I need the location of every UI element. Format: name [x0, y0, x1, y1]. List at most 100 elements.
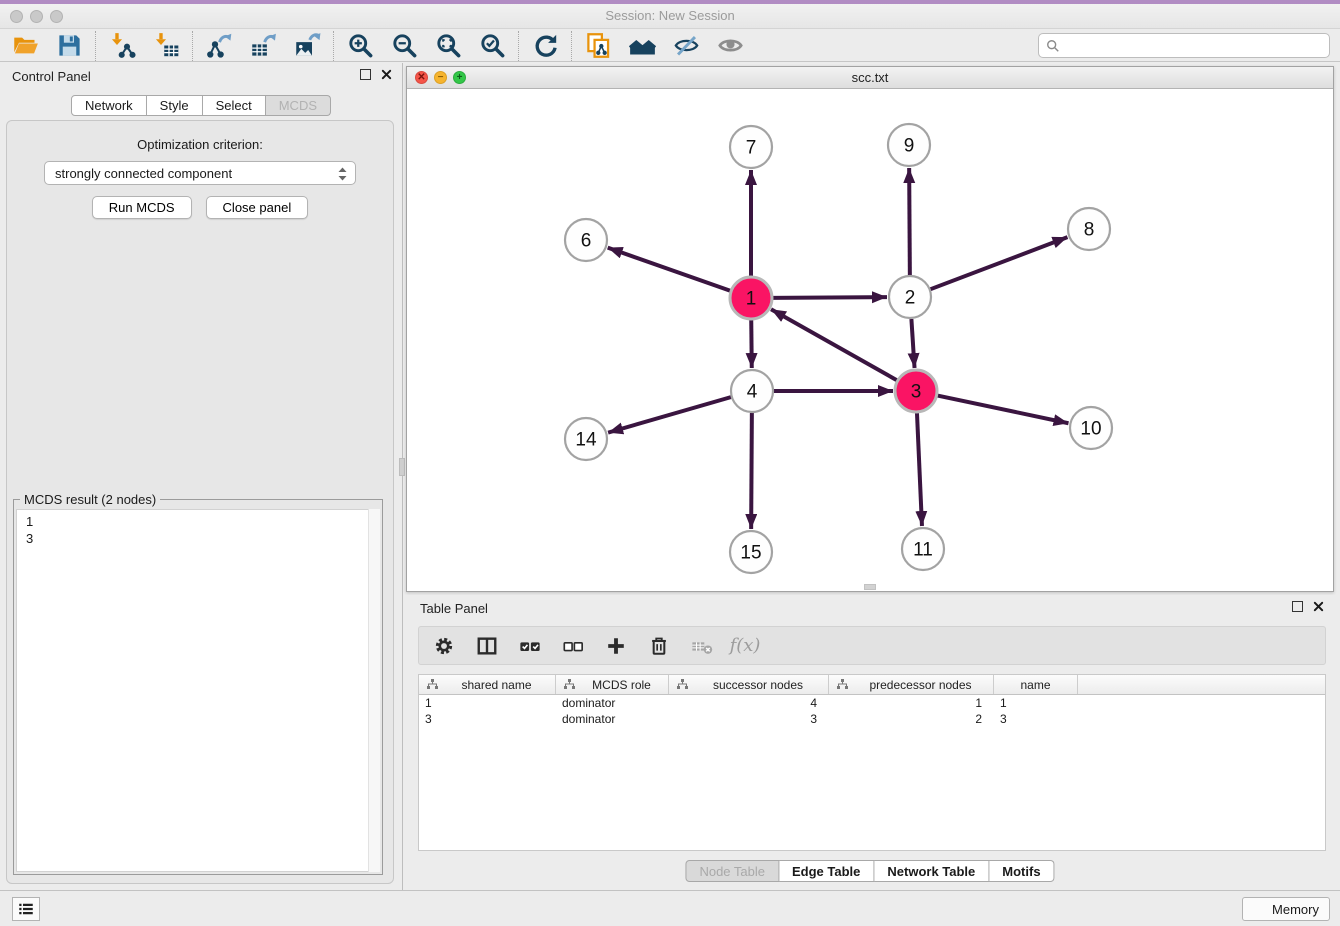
tab-network[interactable]: Network [71, 95, 147, 116]
export-image-button[interactable] [292, 31, 322, 61]
optimization-criterion-dropdown[interactable]: strongly connected component [44, 161, 356, 185]
column-header-shared-name[interactable]: shared name [419, 675, 556, 694]
split-view-icon [476, 635, 498, 657]
checked-boxes-icon [519, 635, 541, 657]
network-canvas[interactable]: 7968124314101511 [407, 89, 1333, 591]
window-title: Session: New Session [0, 8, 1340, 23]
clone-network-button[interactable] [583, 31, 613, 61]
zoom-fit-button[interactable] [433, 31, 463, 61]
open-session-button[interactable] [10, 31, 40, 61]
table-panel-title: Table Panel [420, 601, 488, 616]
graph-edge-1-6[interactable] [608, 248, 731, 291]
close-icon [1313, 601, 1324, 612]
mcds-panel: Optimization criterion: strongly connect… [6, 120, 394, 884]
eye-slash-icon [673, 32, 700, 59]
show-all-button[interactable] [715, 31, 745, 61]
graph-edge-2-8[interactable] [931, 237, 1068, 289]
add-column-button[interactable] [603, 633, 629, 659]
zoom-out-icon [391, 32, 418, 59]
search-icon [1046, 39, 1060, 53]
control-panel-tabs: Network Style Select MCDS [71, 95, 331, 116]
table-settings-button[interactable] [431, 633, 457, 659]
hide-selected-button[interactable] [671, 31, 701, 61]
export-table-button[interactable] [248, 31, 278, 61]
graph-edge-1-4[interactable] [751, 320, 752, 368]
network-graph[interactable]: 7968124314101511 [407, 89, 1335, 593]
save-session-button[interactable] [54, 31, 84, 61]
cell-name: 3 [994, 712, 1078, 726]
graph-edge-3-11[interactable] [917, 413, 922, 526]
graph-edge-4-14[interactable] [608, 397, 731, 433]
cell-shared-name: 3 [419, 712, 556, 726]
graph-node-label: 11 [913, 540, 933, 561]
node-table[interactable]: shared name MCDS role successor nodes pr… [418, 674, 1326, 851]
column-header-mcds-role[interactable]: MCDS role [556, 675, 669, 694]
task-history-button[interactable] [12, 897, 40, 921]
memory-label: Memory [1272, 902, 1319, 917]
select-all-button[interactable] [517, 633, 543, 659]
unselect-all-button[interactable] [560, 633, 586, 659]
float-panel-button[interactable] [360, 69, 371, 80]
canvas-resize-handle[interactable] [864, 584, 876, 590]
dropdown-value: strongly connected component [55, 166, 232, 181]
tab-motifs[interactable]: Motifs [989, 860, 1054, 882]
search-field[interactable] [1038, 33, 1330, 58]
cell-shared-name: 1 [419, 696, 556, 710]
search-input[interactable] [1060, 37, 1322, 54]
close-panel-icon-button[interactable] [381, 69, 392, 80]
graph-edge-2-3[interactable] [911, 319, 914, 368]
split-panel-button[interactable] [474, 633, 500, 659]
hierarchy-icon [564, 679, 575, 690]
table-row[interactable]: 3 dominator 3 2 3 [419, 711, 1325, 727]
tab-network-table[interactable]: Network Table [874, 860, 989, 882]
run-mcds-button[interactable]: Run MCDS [92, 196, 192, 219]
first-neighbors-button[interactable] [627, 31, 657, 61]
graph-edge-3-1[interactable] [771, 309, 897, 380]
column-header-predecessor-nodes[interactable]: predecessor nodes [829, 675, 994, 694]
close-panel-button[interactable]: Close panel [206, 196, 309, 219]
titlebar: Session: New Session [0, 4, 1340, 29]
export-network-icon [206, 32, 233, 59]
graph-node-label: 4 [747, 382, 758, 403]
import-network-icon [109, 32, 136, 59]
tab-select[interactable]: Select [203, 95, 266, 116]
zoom-out-button[interactable] [389, 31, 419, 61]
graph-node-label: 1 [746, 289, 757, 310]
network-window-titlebar[interactable]: ✕ − + scc.txt [407, 67, 1333, 89]
graph-edge-3-10[interactable] [938, 396, 1069, 424]
delete-column-button[interactable] [646, 633, 672, 659]
result-scrollbar[interactable] [368, 509, 380, 872]
toolbar-separator [571, 31, 572, 61]
zoom-selected-button[interactable] [477, 31, 507, 61]
tab-edge-table[interactable]: Edge Table [779, 860, 874, 882]
refresh-button[interactable] [530, 31, 560, 61]
zoom-fit-icon [435, 32, 462, 59]
graph-node-label: 7 [746, 138, 757, 159]
floppy-disk-icon [56, 32, 83, 59]
graph-edge-1-2[interactable] [773, 297, 887, 298]
mcds-result-textarea[interactable]: 1 3 [16, 509, 380, 872]
graph-edge-2-9[interactable] [909, 168, 910, 275]
tab-node-table[interactable]: Node Table [685, 860, 779, 882]
close-table-panel-button[interactable] [1313, 601, 1324, 612]
graph-edge-4-15[interactable] [751, 413, 752, 529]
graph-node-label: 9 [904, 136, 915, 157]
import-table-button[interactable] [151, 31, 181, 61]
vertical-splitter-handle[interactable] [399, 458, 405, 476]
column-header-successor-nodes[interactable]: successor nodes [669, 675, 829, 694]
zoom-in-icon [347, 32, 374, 59]
cell-successor-nodes: 3 [669, 712, 829, 726]
tab-mcds[interactable]: MCDS [266, 95, 331, 116]
cell-predecessor-nodes: 1 [829, 696, 994, 710]
column-header-name[interactable]: name [994, 675, 1078, 694]
toolbar-separator [95, 31, 96, 61]
float-table-panel-button[interactable] [1292, 601, 1303, 612]
refresh-icon [532, 32, 559, 59]
tab-style[interactable]: Style [147, 95, 203, 116]
memory-button[interactable]: Memory [1242, 897, 1330, 921]
import-network-button[interactable] [107, 31, 137, 61]
table-row[interactable]: 1 dominator 4 1 1 [419, 695, 1325, 711]
two-houses-icon [629, 32, 656, 59]
export-network-button[interactable] [204, 31, 234, 61]
zoom-in-button[interactable] [345, 31, 375, 61]
